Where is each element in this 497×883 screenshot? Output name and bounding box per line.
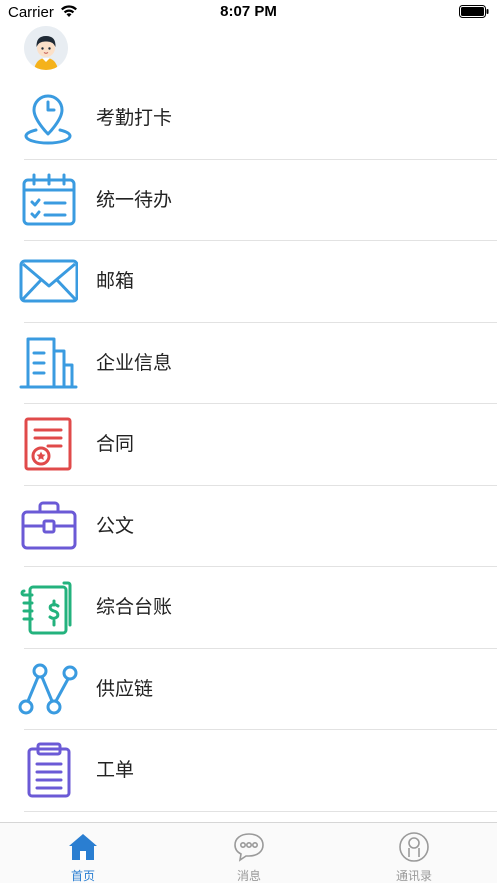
- menu-item-company-info[interactable]: 企业信息: [0, 323, 497, 404]
- menu-item-label: 公文: [96, 514, 135, 537]
- menu-item-label: 邮箱: [96, 270, 135, 292]
- menu-item-official-document[interactable]: 公文: [0, 486, 497, 567]
- status-bar: Carrier 8:07 PM: [0, 0, 497, 26]
- status-time: 8:07 PM: [220, 3, 277, 20]
- home-icon: [69, 834, 97, 860]
- tab-label: 消息: [236, 869, 261, 883]
- tab-label: 首页: [70, 869, 95, 883]
- menu-item-label: 统一待办: [96, 188, 173, 211]
- divider: [24, 810, 497, 812]
- avatar-face-icon: [24, 26, 68, 70]
- contract-icon: [24, 417, 72, 471]
- menu-item-label: 考勤打卡: [96, 107, 173, 129]
- feature-menu: 考勤打卡 统一待办 邮箱 企业信息 合同 公文 综合台账 供应链 工单: [0, 78, 497, 812]
- message-icon: [234, 833, 264, 862]
- mail-icon: [19, 259, 78, 303]
- menu-item-todo[interactable]: 统一待办: [0, 160, 497, 241]
- location-pin-icon: [24, 94, 72, 145]
- menu-item-label: 合同: [96, 433, 135, 455]
- tab-bar: 首页 消息 通讯录: [0, 822, 497, 883]
- supply-chain-icon: [18, 663, 78, 714]
- tab-home[interactable]: 首页: [0, 823, 166, 883]
- contacts-icon: [399, 832, 429, 862]
- menu-item-mail[interactable]: 邮箱: [0, 241, 497, 323]
- menu-item-label: 工单: [96, 759, 135, 781]
- menu-item-contract[interactable]: 合同: [0, 404, 497, 486]
- menu-item-work-order[interactable]: 工单: [0, 730, 497, 812]
- briefcase-icon: [21, 501, 77, 549]
- menu-item-label: 供应链: [96, 677, 154, 700]
- calendar-todo-icon: [22, 173, 76, 225]
- home-screen: Carrier 8:07 PM 考勤打卡 统一待办 邮箱 企业信息 合同 公文 …: [0, 0, 497, 883]
- menu-item-attendance[interactable]: 考勤打卡: [0, 78, 497, 160]
- avatar[interactable]: [24, 26, 68, 70]
- menu-item-supply-chain[interactable]: 供应链: [0, 649, 497, 730]
- menu-item-ledger[interactable]: 综合台账: [0, 567, 497, 649]
- tab-messages[interactable]: 消息: [166, 823, 332, 883]
- building-icon: [19, 337, 78, 388]
- tab-label: 通讯录: [395, 869, 432, 883]
- ledger-icon: [20, 581, 72, 635]
- menu-item-label: 综合台账: [96, 596, 173, 618]
- clipboard-icon: [27, 742, 71, 798]
- tab-contacts[interactable]: 通讯录: [331, 823, 497, 883]
- battery-icon: [459, 5, 489, 18]
- menu-item-label: 企业信息: [96, 351, 173, 374]
